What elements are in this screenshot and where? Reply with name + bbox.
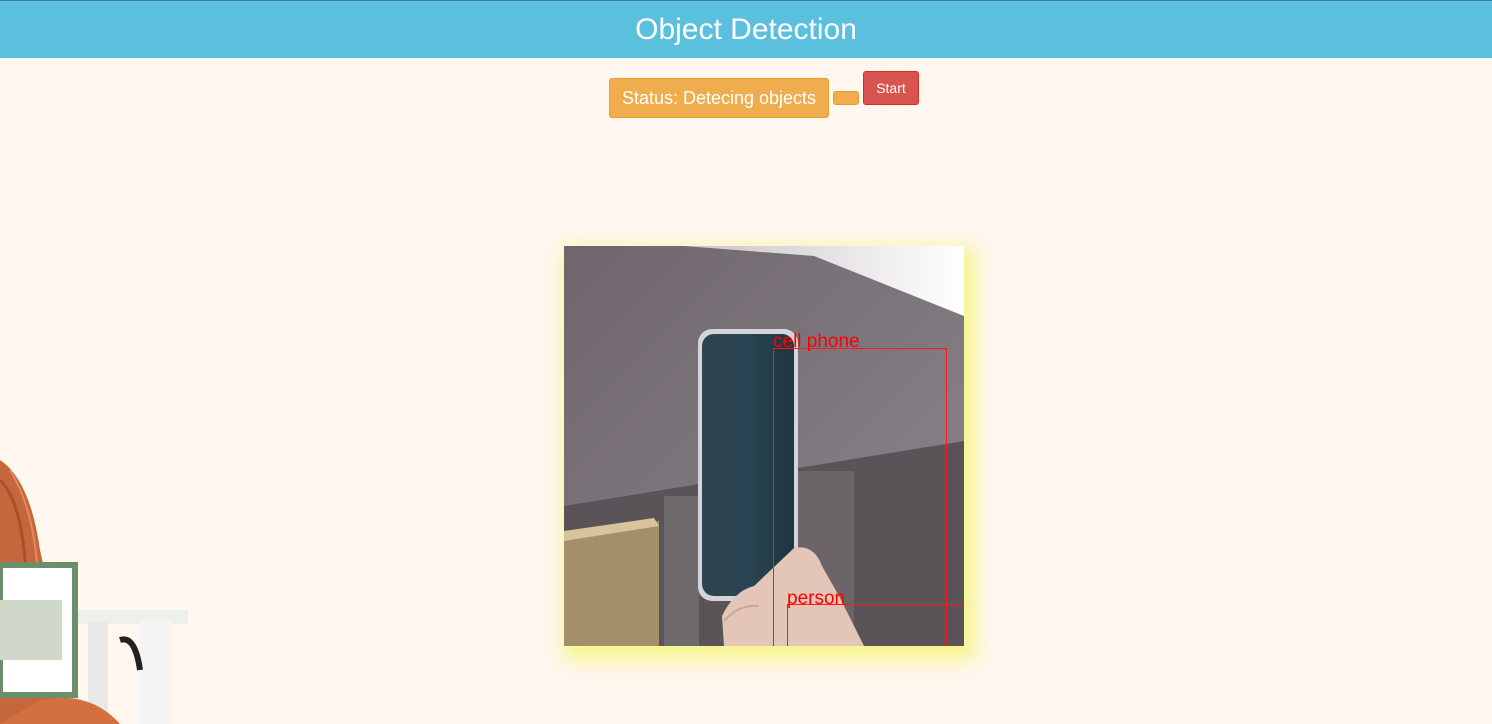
app-header: Object Detection	[0, 0, 1492, 58]
status-badge: Status: Detecing objects	[609, 78, 829, 118]
chair-decoration-image	[0, 460, 188, 724]
detection-box-person	[787, 604, 964, 646]
page: Object Detection Status: Detecing object…	[0, 0, 1492, 724]
detection-label-person: person	[787, 588, 846, 609]
page-title: Object Detection	[635, 12, 857, 46]
start-button[interactable]: Start	[863, 71, 919, 105]
video-feed: cell phone person	[564, 246, 964, 646]
detection-label-cell-phone: cell phone	[773, 331, 860, 352]
unlabeled-button[interactable]	[833, 91, 859, 105]
